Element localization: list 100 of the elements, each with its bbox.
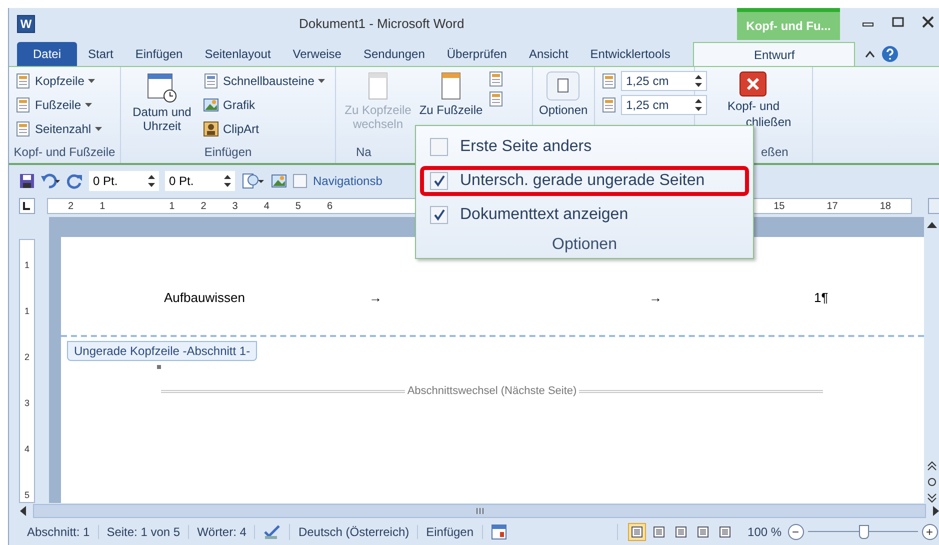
ribbon-button[interactable]: ClipArt: [203, 119, 326, 139]
ribbon-tab[interactable]: Entwicklertools: [579, 42, 682, 66]
ribbon-tab[interactable]: Entwurf: [693, 42, 856, 66]
footer-icon[interactable]: [488, 91, 504, 107]
spin-arrows-icon[interactable]: [695, 99, 702, 111]
header-position-icon[interactable]: [601, 73, 617, 89]
ribbon-dropdown[interactable]: Fußzeile: [15, 95, 102, 115]
view-button[interactable]: [628, 523, 646, 541]
ribbon-tab[interactable]: Überprüfen: [436, 42, 518, 66]
ribbon-tab[interactable]: Sendungen: [352, 42, 436, 66]
ruler-number: 2: [200, 200, 206, 212]
shapes-icon[interactable]: [241, 172, 265, 190]
page-number: 1¶: [814, 290, 830, 305]
ribbon-tab[interactable]: Datei: [17, 42, 78, 66]
close-icon: [739, 71, 768, 97]
page-icon: [439, 71, 463, 101]
zoom-percent[interactable]: 100 %: [748, 525, 782, 539]
group-label: Na: [356, 145, 372, 161]
ruler-number: 17: [826, 200, 838, 212]
scroll-left-icon[interactable]: [19, 506, 27, 516]
page-icon[interactable]: [15, 121, 31, 137]
option-label: Dokumenttext anzeigen: [460, 206, 628, 224]
checkbox[interactable]: [430, 172, 448, 190]
header-icon[interactable]: [488, 71, 504, 87]
print-layout-icon: [630, 526, 643, 538]
ribbon-button[interactable]: Schnellbausteine: [203, 71, 326, 91]
scroll-up-icon[interactable]: [927, 221, 937, 229]
menu-option[interactable]: Untersch. gerade ungerade Seiten: [420, 166, 749, 196]
picture-icon[interactable]: [203, 97, 219, 113]
page-icon: [366, 71, 390, 101]
spin-arrows-icon[interactable]: [224, 175, 231, 187]
footer-position-icon[interactable]: [601, 97, 617, 113]
section-break-label: Abschnittswechsel (Nächste Seite): [407, 385, 577, 397]
language-status[interactable]: Deutsch (Österreich): [290, 525, 418, 539]
ruler-number: 5: [295, 200, 301, 212]
ribbon-tab[interactable]: Start: [77, 42, 124, 66]
header-text: Aufbauwissen: [164, 290, 246, 305]
maximize-icon[interactable]: [892, 16, 904, 28]
checkmark-icon: [433, 209, 445, 221]
ribbon-dropdown[interactable]: Seitenzahl: [15, 119, 102, 139]
undo-icon[interactable]: [41, 173, 61, 189]
menu-group-label: Optionen: [551, 235, 618, 255]
clipart-icon[interactable]: [203, 121, 219, 137]
header-section-tag: Ungerade Kopfzeile -Abschnitt 1-: [67, 341, 258, 361]
zoom-thumb[interactable]: [858, 525, 869, 539]
ruler-number: 1: [100, 200, 106, 212]
next-page-icon[interactable]: [927, 493, 937, 503]
word-app-icon[interactable]: W: [17, 15, 35, 33]
picture-icon[interactable]: [271, 173, 287, 189]
browse-object-icon[interactable]: [927, 477, 937, 487]
ribbon-tab[interactable]: Ansicht: [518, 42, 580, 66]
spacing-field[interactable]: 0 Pt.: [89, 171, 159, 191]
ribbon-dropdown[interactable]: Kopfzeile: [15, 71, 102, 91]
macro-icon[interactable]: [490, 524, 507, 540]
ribbon-tab[interactable]: Seitenlayout: [194, 42, 282, 66]
status-text: Seite: 1 von 5: [98, 525, 190, 539]
scroll-right-icon[interactable]: [932, 506, 939, 516]
spin-arrows-icon[interactable]: [148, 175, 155, 187]
reading-view-icon: [652, 526, 665, 538]
page-icon[interactable]: [203, 73, 219, 89]
group-label: Kopf- und Fußzeile: [12, 145, 116, 161]
navigation-checkbox[interactable]: [293, 174, 307, 188]
calendar-clock-icon: [146, 71, 178, 103]
ruler-number: 3: [232, 200, 238, 212]
tab-stop-icon[interactable]: [19, 198, 35, 214]
ribbon-tab[interactable]: Einfügen: [124, 42, 194, 66]
checkbox[interactable]: [430, 206, 448, 224]
page-icon[interactable]: [15, 73, 31, 89]
help-icon[interactable]: [881, 45, 900, 63]
ruler-toggle-icon[interactable]: [928, 198, 939, 214]
option-label: Untersch. gerade ungerade Seiten: [460, 172, 705, 190]
dropdown-caret-icon: [88, 79, 96, 83]
close-icon[interactable]: [922, 16, 934, 28]
date-time-button[interactable]: Datum und Uhrzeit: [127, 71, 197, 145]
page-icon[interactable]: [15, 97, 31, 113]
zoom-out-button[interactable]: −: [788, 524, 804, 540]
collapse-ribbon-icon[interactable]: [865, 50, 876, 58]
menu-option[interactable]: Dokumenttext anzeigen: [420, 200, 749, 230]
ruler-number: 18: [880, 200, 891, 212]
ribbon-button[interactable]: Grafik: [203, 95, 326, 115]
outline-icon: [696, 526, 709, 538]
measure-field[interactable]: 1,25 cm: [621, 95, 707, 115]
save-icon[interactable]: [19, 173, 35, 189]
redo-icon[interactable]: [67, 173, 83, 189]
checkbox[interactable]: [430, 138, 448, 156]
ruler-number: 5: [24, 490, 30, 500]
measure-field[interactable]: 1,25 cm: [621, 71, 707, 91]
status-text: Wörter: 4: [189, 525, 256, 539]
spin-arrows-icon[interactable]: [695, 75, 702, 87]
ruler-number: 6: [326, 200, 332, 212]
zoom-in-button[interactable]: +: [922, 524, 938, 540]
ruler-number: 3: [24, 398, 30, 408]
dropdown-caret-icon: [318, 79, 326, 83]
spacing-field[interactable]: 0 Pt.: [165, 171, 235, 191]
horizontal-scrollbar[interactable]: [33, 504, 926, 518]
ruler-number: 15: [774, 200, 785, 212]
insert-mode-status[interactable]: Einfügen: [418, 525, 483, 539]
previous-page-icon[interactable]: [927, 461, 937, 471]
ribbon-tab[interactable]: Verweise: [282, 42, 352, 66]
proofing-icon[interactable]: [263, 524, 282, 540]
